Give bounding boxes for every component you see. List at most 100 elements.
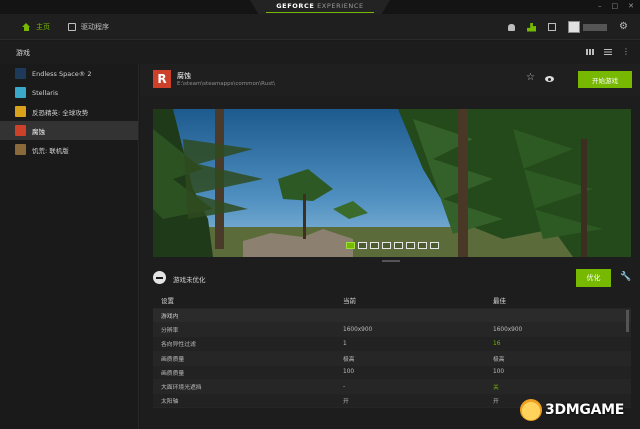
setting-name: 画质质量 [161, 356, 185, 363]
col-current-header: 当前 [343, 296, 356, 305]
setting-current: 1600x900 [343, 326, 373, 333]
setting-current: - [343, 383, 346, 390]
carousel-dot[interactable] [346, 242, 355, 249]
game-list-item[interactable]: 饥荒: 联机版 [0, 140, 138, 159]
setting-name: 分辨率 [161, 328, 179, 335]
game-list-item[interactable]: 反恐精英: 全球攻势 [0, 102, 138, 121]
drivers-icon [68, 23, 76, 31]
setting-name: 太阳轴 [161, 399, 179, 406]
carousel-dot[interactable] [394, 242, 403, 249]
game-thumbnail-icon [15, 68, 26, 79]
user-profile[interactable] [568, 21, 608, 33]
setting-optimal: 100 [493, 369, 505, 376]
eye-icon[interactable] [545, 76, 554, 82]
setting-name: 各向异性过滤 [161, 342, 196, 349]
setting-name: 画质质量 [161, 370, 185, 377]
nav-bar: 主页 驱动程序 ⚙ [0, 14, 640, 40]
game-detail: R 腐蚀 E:\steam\steamapps\common\Rust\ ☆ 开… [140, 64, 640, 429]
game-screenshot [153, 109, 631, 257]
game-logo: R [153, 70, 171, 88]
table-header-row: 设置 当前 最佳 [153, 291, 631, 309]
optimize-button[interactable]: 优化 [576, 269, 611, 287]
tab-drivers-label: 驱动程序 [81, 23, 109, 31]
col-optimal-header: 最佳 [493, 296, 506, 305]
play-button[interactable]: 开始游戏 [578, 71, 632, 88]
carousel-dot[interactable] [430, 242, 439, 249]
view-grid-icon[interactable] [586, 49, 594, 55]
optimization-bar: 游戏未优化 优化 🔧 [140, 266, 640, 290]
game-list: Endless Space® 2 Stellaris 反恐精英: 全球攻势腐蚀饥荒:… [0, 64, 139, 429]
nav-actions: ⚙ [508, 14, 628, 40]
carousel-dot[interactable] [358, 242, 367, 249]
forest-scene [153, 109, 631, 257]
splitter-handle[interactable] [382, 260, 400, 262]
username-redacted [583, 23, 608, 31]
wrench-icon[interactable]: 🔧 [620, 273, 631, 282]
maximize-button[interactable]: □ [612, 2, 619, 10]
carousel-dot[interactable] [406, 242, 415, 249]
title-bar: GEFORCE EXPERIENCE – □ ✕ [0, 0, 640, 14]
gear-icon[interactable]: ⚙ [619, 22, 628, 32]
avatar [568, 21, 581, 33]
section-header: 游戏 ⋮ [0, 41, 640, 64]
tab-home[interactable]: 主页 [22, 14, 50, 40]
home-icon [22, 23, 31, 31]
game-header: R 腐蚀 E:\steam\steamapps\common\Rust\ ☆ 开… [140, 64, 640, 96]
table-row: 画质质量 100 100 [153, 365, 631, 380]
app-brand-suffix: EXPERIENCE [317, 2, 364, 10]
tab-home-label: 主页 [36, 23, 50, 31]
close-button[interactable]: ✕ [628, 2, 634, 10]
watermark-text: 3DMGAME [545, 402, 625, 418]
bell-icon[interactable] [508, 23, 516, 31]
setting-current: 开 [343, 399, 349, 406]
setting-optimal: 关 [493, 385, 499, 392]
carousel-dots [346, 242, 439, 249]
table-group-row: 游戏内 [153, 309, 631, 324]
game-thumbnail-icon [15, 125, 26, 136]
table-row: 大面环境光遮挡 - 关 [153, 379, 631, 395]
window-controls: – □ ✕ [598, 2, 634, 10]
section-title: 游戏 [16, 49, 30, 57]
game-install-path: E:\steam\steamapps\common\Rust\ [177, 81, 276, 87]
game-list-item-label: Endless Space® 2 [32, 69, 92, 78]
game-list-item-label: Stellaris [32, 88, 59, 97]
col-setting-header: 设置 [161, 296, 174, 305]
setting-optimal: 16 [493, 340, 501, 347]
tab-drivers[interactable]: 驱动程序 [68, 14, 109, 40]
table-scrollbar[interactable] [626, 310, 629, 332]
table-row: 分辨率 1600x900 1600x900 [153, 323, 631, 338]
game-thumbnail-icon [15, 87, 26, 98]
setting-current: 极高 [343, 356, 355, 363]
watermark-mascot-icon [520, 399, 542, 421]
setting-current: 1 [343, 340, 347, 347]
group-label: 游戏内 [161, 314, 179, 321]
carousel-dot[interactable] [418, 242, 427, 249]
settings-table: 设置 当前 最佳 游戏内 分辨率 1600x900 1600x900 各向异性过滤 1 1… [153, 291, 631, 409]
grid-icon[interactable] [548, 23, 557, 31]
app-brand: GEFORCE [276, 2, 315, 10]
setting-current: 100 [343, 369, 355, 376]
game-list-item[interactable]: Endless Space® 2 [0, 64, 138, 83]
carousel-dot[interactable] [370, 242, 379, 249]
title-accent-line [266, 12, 374, 13]
optimization-status: 游戏未优化 [173, 276, 206, 284]
more-icon[interactable]: ⋮ [622, 48, 630, 56]
section-tools: ⋮ [586, 48, 630, 56]
game-list-item-label: 反恐精英: 全球攻势 [32, 108, 89, 117]
game-thumbnail-icon [15, 106, 26, 117]
game-list-item-label: 饥荒: 联机版 [32, 146, 69, 155]
carousel-dot[interactable] [382, 242, 391, 249]
watermark: 3DMGAME [520, 399, 624, 421]
minimize-button[interactable]: – [598, 2, 602, 10]
not-optimized-icon [153, 271, 166, 284]
game-list-item[interactable]: 腐蚀 [0, 121, 138, 140]
table-row: 各向异性过滤 1 16 [153, 337, 631, 352]
setting-optimal: 极高 [493, 356, 505, 363]
table-row: 画质质量 极高 极高 [153, 351, 631, 366]
game-title: 腐蚀 [177, 72, 191, 80]
game-thumbnail-icon [15, 144, 26, 155]
game-list-item[interactable]: Stellaris [0, 83, 138, 102]
share-icon[interactable] [527, 22, 537, 32]
star-icon[interactable]: ☆ [526, 73, 535, 83]
filter-icon[interactable] [604, 49, 612, 55]
